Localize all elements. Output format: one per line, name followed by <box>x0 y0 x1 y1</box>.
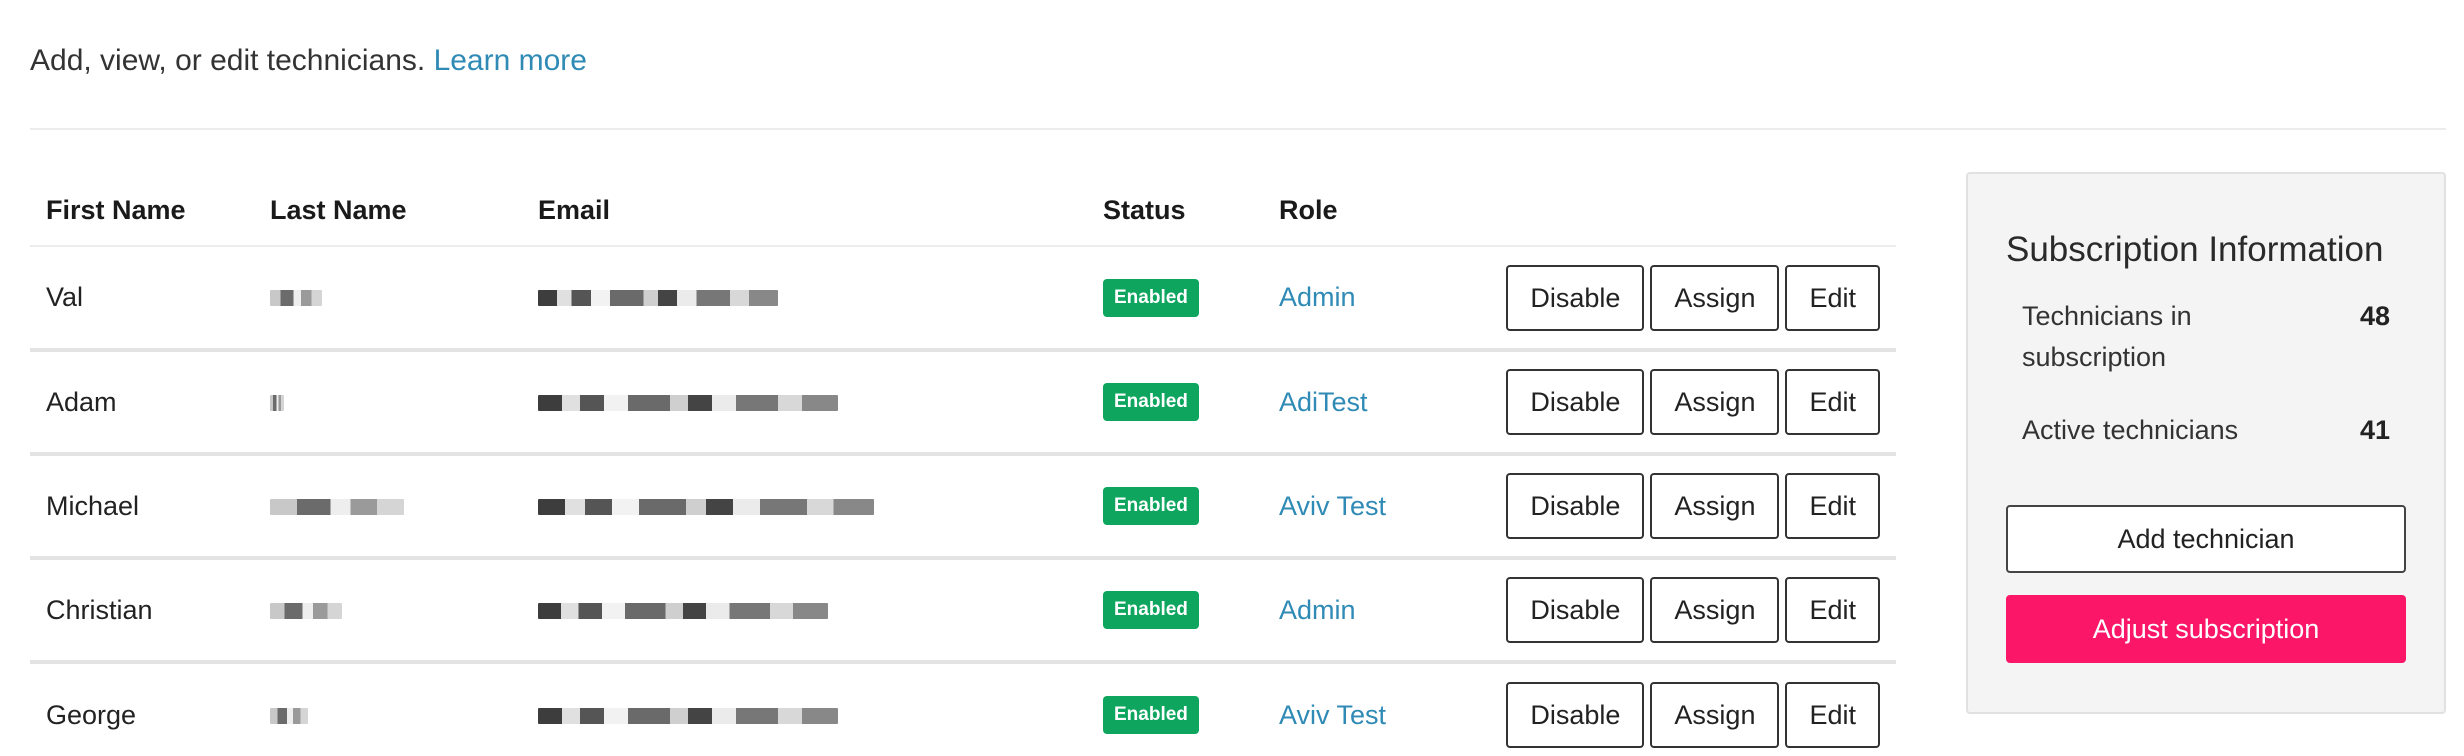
first-name-cell: Adam <box>30 350 254 456</box>
active-technicians: Active technicians 41 <box>2006 410 2406 451</box>
actions-cell: Disable Assign Edit <box>1483 350 1896 456</box>
email-cell <box>522 662 1087 756</box>
redacted-email <box>538 498 874 515</box>
last-name-cell <box>254 558 522 664</box>
active-technicians-label: Active technicians <box>2022 415 2239 445</box>
table-row: Christian Enabled Admin Disable Assign Edi… <box>30 558 1896 664</box>
email-cell <box>522 558 1087 664</box>
edit-button[interactable]: Edit <box>1785 264 1880 331</box>
last-name-cell <box>254 454 522 560</box>
edit-button[interactable]: Edit <box>1785 473 1880 539</box>
status-badge: Enabled <box>1103 383 1199 421</box>
redacted-email <box>538 602 828 619</box>
edit-button[interactable]: Edit <box>1785 682 1880 748</box>
table-header-row: First Name Last Name Email Status Role <box>30 176 1896 247</box>
role-cell: Admin <box>1263 558 1483 664</box>
actions-cell: Disable Assign Edit <box>1483 454 1896 560</box>
disable-button[interactable]: Disable <box>1506 682 1645 748</box>
status-badge: Enabled <box>1103 696 1199 734</box>
technicians-in-subscription-label: Technicians in subscription <box>2022 301 2192 372</box>
edit-button[interactable]: Edit <box>1785 577 1880 643</box>
disable-button[interactable]: Disable <box>1506 577 1645 643</box>
learn-more-link[interactable]: Learn more <box>434 44 587 77</box>
status-badge: Enabled <box>1103 591 1199 629</box>
status-cell: Enabled <box>1087 454 1263 560</box>
table-row: Val Enabled Admin Disable Assign Edit <box>30 246 1896 352</box>
role-cell: Aviv Test <box>1263 662 1483 756</box>
subscription-panel: Subscription Information Technicians in … <box>1966 172 2446 714</box>
first-name-cell: Val <box>30 246 254 352</box>
status-badge: Enabled <box>1103 487 1199 525</box>
header-status: Status <box>1087 176 1263 247</box>
email-cell <box>522 350 1087 456</box>
status-cell: Enabled <box>1087 662 1263 756</box>
redacted-email <box>538 394 838 411</box>
last-name-cell <box>254 662 522 756</box>
divider <box>30 128 2446 130</box>
page-intro: Add, view, or edit technicians. Learn mo… <box>30 44 587 78</box>
technicians-table: First Name Last Name Email Status Role V… <box>30 176 1896 756</box>
header-actions <box>1483 176 1896 247</box>
actions-cell: Disable Assign Edit <box>1483 246 1896 352</box>
active-technicians-value: 41 <box>2359 415 2390 445</box>
assign-button[interactable]: Assign <box>1650 264 1780 331</box>
intro-text: Add, view, or edit technicians. <box>30 44 426 77</box>
actions-cell: Disable Assign Edit <box>1483 662 1896 756</box>
add-technician-button[interactable]: Add technician <box>2006 505 2406 573</box>
role-cell: Admin <box>1263 246 1483 352</box>
redacted-last-name <box>270 498 404 515</box>
table-row: George Enabled Aviv Test Disable Assign Ed… <box>30 662 1896 756</box>
assign-button[interactable]: Assign <box>1650 369 1780 435</box>
header-last-name: Last Name <box>254 176 522 247</box>
assign-button[interactable]: Assign <box>1650 473 1780 539</box>
role-link[interactable]: Admin <box>1279 282 1356 312</box>
redacted-last-name <box>270 707 308 724</box>
table-row: Michael Enabled Aviv Test Disable Assign E… <box>30 454 1896 560</box>
first-name-cell: Christian <box>30 558 254 664</box>
role-link[interactable]: AdiTest <box>1279 387 1368 417</box>
email-cell <box>522 454 1087 560</box>
table-row: Adam Enabled AdiTest Disable Assign Edit <box>30 350 1896 456</box>
actions-cell: Disable Assign Edit <box>1483 558 1896 664</box>
edit-button[interactable]: Edit <box>1785 369 1880 435</box>
redacted-email <box>538 290 778 306</box>
first-name-cell: George <box>46 699 137 730</box>
assign-button[interactable]: Assign <box>1650 577 1780 643</box>
role-cell: Aviv Test <box>1263 454 1483 560</box>
header-email: Email <box>522 176 1087 247</box>
role-cell: AdiTest <box>1263 350 1483 456</box>
status-cell: Enabled <box>1087 246 1263 352</box>
status-cell: Enabled <box>1087 558 1263 664</box>
last-name-cell <box>254 350 522 456</box>
redacted-last-name <box>270 394 284 411</box>
assign-button[interactable]: Assign <box>1650 682 1780 748</box>
header-first-name: First Name <box>30 176 254 247</box>
status-cell: Enabled <box>1087 350 1263 456</box>
role-link[interactable]: Admin <box>1279 595 1356 625</box>
redacted-last-name <box>270 602 342 619</box>
last-name-cell <box>254 246 522 352</box>
redacted-last-name <box>270 290 322 306</box>
header-role: Role <box>1263 176 1483 247</box>
disable-button[interactable]: Disable <box>1506 473 1645 539</box>
status-badge: Enabled <box>1103 278 1199 317</box>
adjust-subscription-button[interactable]: Adjust subscription <box>2006 595 2406 663</box>
redacted-email <box>538 707 838 724</box>
disable-button[interactable]: Disable <box>1506 369 1645 435</box>
role-link[interactable]: Aviv Test <box>1279 491 1386 521</box>
first-name-cell: Michael <box>30 454 254 560</box>
disable-button[interactable]: Disable <box>1506 264 1645 331</box>
role-link[interactable]: Aviv Test <box>1279 700 1386 730</box>
technicians-in-subscription-value: 48 <box>2359 301 2390 331</box>
subscription-title: Subscription Information <box>2006 230 2384 269</box>
technicians-in-subscription: Technicians in subscription 48 <box>2006 296 2406 378</box>
email-cell <box>522 246 1087 352</box>
